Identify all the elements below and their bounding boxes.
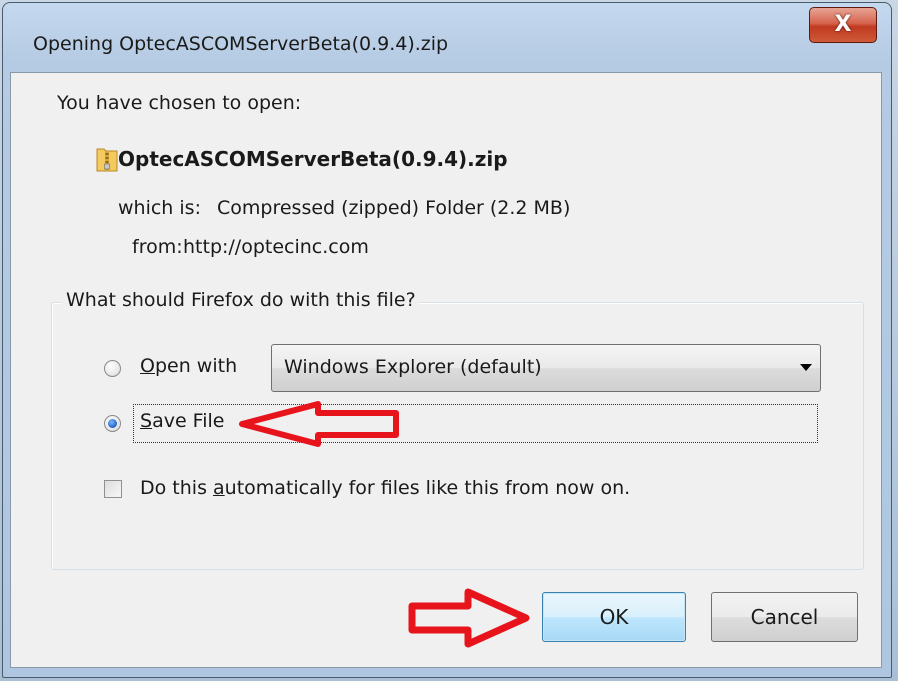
source-url: http://optecinc.com — [183, 236, 369, 258]
save-file-label-rest: ave File — [152, 410, 225, 432]
intro-text: You have chosen to open: — [57, 92, 302, 114]
auto-checkbox[interactable] — [104, 480, 122, 498]
save-file-label[interactable]: Save File — [140, 410, 224, 432]
save-file-mnemonic: S — [140, 410, 153, 432]
file-type-value: Compressed (zipped) Folder (2.2 MB) — [217, 197, 571, 219]
open-with-label-rest: pen with — [154, 355, 238, 377]
close-button[interactable]: X — [809, 7, 877, 43]
open-with-label[interactable]: Open with — [140, 355, 237, 377]
action-group-legend: What should Firefox do with this file? — [62, 289, 420, 311]
title-bar[interactable]: Opening OptecASCOMServerBeta(0.9.4).zip … — [3, 3, 891, 75]
open-with-radio[interactable] — [104, 360, 121, 377]
auto-label-after: utomatically for files like this from no… — [224, 477, 631, 499]
save-file-focus-rect — [133, 404, 818, 443]
open-with-app-select[interactable]: Windows Explorer (default) — [271, 344, 821, 392]
auto-mnemonic: a — [213, 477, 225, 499]
ok-button[interactable]: OK — [542, 592, 686, 642]
auto-label-before: Do this — [140, 477, 214, 499]
window-title: Opening OptecASCOMServerBeta(0.9.4).zip — [33, 33, 449, 55]
file-name: OptecASCOMServerBeta(0.9.4).zip — [118, 147, 508, 171]
auto-checkbox-label[interactable]: Do this automatically for files like thi… — [140, 477, 630, 499]
open-with-mnemonic: O — [140, 355, 155, 377]
dropdown-arrow-icon[interactable] — [800, 364, 812, 371]
open-with-app-value: Windows Explorer (default) — [284, 356, 542, 378]
cancel-button[interactable]: Cancel — [711, 592, 858, 642]
zip-folder-icon — [96, 148, 118, 172]
save-file-radio[interactable] — [104, 415, 121, 432]
which-is-label: which is: — [118, 197, 201, 219]
from-label: from: — [132, 236, 183, 258]
